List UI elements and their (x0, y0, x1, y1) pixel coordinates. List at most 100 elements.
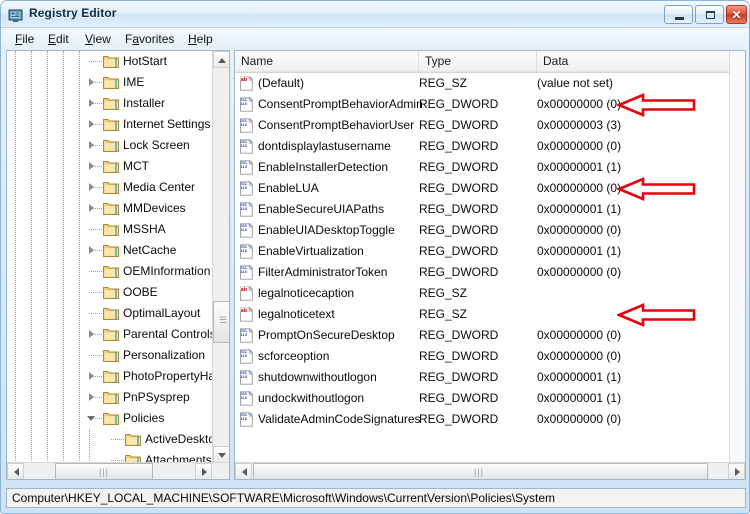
value-name: ConsentPromptBehaviorUser (258, 118, 415, 132)
folder-icon (103, 390, 119, 404)
dword-value-icon: 011 110 (239, 159, 254, 175)
title-bar[interactable]: Registry Editor ✕ (1, 1, 749, 28)
expand-triangle-icon[interactable] (87, 372, 96, 381)
tree-item-policies[interactable]: Policies (7, 408, 213, 429)
expand-triangle-icon[interactable] (87, 120, 96, 129)
tree-item-pnpsysprep[interactable]: PnPSysprep (7, 387, 213, 408)
registry-value-row[interactable]: 011 110 scforceoption REG_DWORD 0x00000000 (… (235, 346, 729, 367)
value-type: REG_DWORD (419, 370, 499, 384)
registry-value-row[interactable]: ab (Default) REG_SZ (value not set) (235, 73, 729, 94)
registry-value-row[interactable]: 011 110 EnableUIADesktopToggle REG_DWORD 0x0… (235, 220, 729, 241)
tree-scroll-left-button[interactable] (7, 463, 24, 479)
close-icon: ✕ (731, 8, 742, 22)
tree-item-lock-screen[interactable]: Lock Screen (7, 135, 213, 156)
tree-item-oeminformation[interactable]: OEMInformation (7, 261, 213, 282)
tree-item-parental-controls[interactable]: Parental Controls (7, 324, 213, 345)
registry-tree[interactable]: HotStart IME Installer Internet Settings Loc… (7, 51, 213, 463)
svg-text:110: 110 (241, 122, 248, 127)
tree-item-photopropertyhandler[interactable]: PhotoPropertyHandler (7, 366, 213, 387)
registry-value-row[interactable]: 011 110 EnableInstallerDetection REG_DWORD 0… (235, 157, 729, 178)
column-header-name[interactable]: Name (235, 51, 419, 72)
menu-favorites[interactable]: Favorites (119, 31, 180, 47)
registry-value-row[interactable]: 011 110 EnableSecureUIAPaths REG_DWORD 0x000… (235, 199, 729, 220)
expand-triangle-icon[interactable] (87, 330, 96, 339)
list-scroll-right-button[interactable] (728, 463, 745, 479)
tree-item-mmdevices[interactable]: MMDevices (7, 198, 213, 219)
menu-edit[interactable]: Edit (42, 31, 75, 47)
maximize-button[interactable] (695, 5, 724, 24)
registry-value-row[interactable]: ab legalnoticecaption REG_SZ (235, 283, 729, 304)
tree-item-mssha[interactable]: MSSHA (7, 219, 213, 240)
expand-triangle-icon[interactable] (87, 246, 96, 255)
expand-triangle-icon[interactable] (87, 99, 96, 108)
tree-item-ime[interactable]: IME (7, 72, 213, 93)
tree-item-installer[interactable]: Installer (7, 93, 213, 114)
tree-item-hotstart[interactable]: HotStart (7, 51, 213, 72)
registry-value-row[interactable]: 011 110 undockwithoutlogon REG_DWORD 0x00000… (235, 388, 729, 409)
tree-horizontal-scrollbar[interactable]: ||| (7, 462, 229, 479)
folder-icon (103, 348, 119, 362)
folder-icon (103, 243, 119, 257)
registry-value-row[interactable]: 011 110 PromptOnSecureDesktop REG_DWORD 0x00… (235, 325, 729, 346)
tree-scroll-right-button[interactable] (195, 463, 212, 479)
tree-item-media-center[interactable]: Media Center (7, 177, 213, 198)
list-vertical-scrollbar[interactable] (729, 51, 745, 463)
expand-triangle-icon[interactable] (87, 78, 96, 87)
tree-item-label: HotStart (123, 54, 168, 68)
close-button[interactable]: ✕ (726, 5, 747, 24)
column-header-data[interactable]: Data (537, 51, 729, 72)
registry-value-row[interactable]: 011 110 dontdisplaylastusername REG_DWORD 0x… (235, 136, 729, 157)
tree-item-label: ActiveDesktop (145, 432, 213, 446)
tree-item-personalization[interactable]: Personalization (7, 345, 213, 366)
column-header-type[interactable]: Type (419, 51, 537, 72)
expand-triangle-icon[interactable] (87, 204, 96, 213)
tree-item-netcache[interactable]: NetCache (7, 240, 213, 261)
tree-scroll-thumb[interactable]: ☰ (213, 301, 229, 343)
tree-connector (89, 355, 102, 356)
menu-view[interactable]: View (79, 31, 117, 47)
value-name: legalnoticecaption (258, 286, 355, 300)
tree-item-label: MSSHA (123, 222, 166, 236)
tree-scroll-up-button[interactable] (213, 51, 229, 68)
registry-tree-pane[interactable]: HotStart IME Installer Internet Settings Loc… (6, 50, 230, 480)
registry-value-row[interactable]: 011 110 ConsentPromptBehaviorUser REG_DWORD… (235, 115, 729, 136)
tree-item-label: Personalization (123, 348, 206, 362)
menu-bar: File Edit View Favorites Help (1, 28, 749, 49)
list-column-headers: Name Type Data (235, 51, 729, 73)
expand-triangle-icon[interactable] (87, 393, 96, 402)
expand-triangle-icon[interactable] (87, 141, 96, 150)
tree-item-oobe[interactable]: OOBE (7, 282, 213, 303)
registry-value-row[interactable]: 011 110 FilterAdministratorToken REG_DWORD 0… (235, 262, 729, 283)
list-scroll-left-button[interactable] (235, 463, 252, 479)
tree-item-label: IME (123, 75, 145, 89)
menu-file[interactable]: File (9, 31, 40, 47)
menu-help[interactable]: Help (182, 31, 219, 47)
expand-triangle-icon[interactable] (87, 162, 96, 171)
registry-value-row[interactable]: 011 110 EnableVirtualization REG_DWORD 0x000… (235, 241, 729, 262)
tree-indent-guide (89, 429, 90, 450)
expand-triangle-icon[interactable] (87, 183, 96, 192)
tree-scroll-down-button[interactable] (213, 446, 229, 463)
tree-item-activedesktop[interactable]: ActiveDesktop (7, 429, 213, 450)
folder-icon (103, 285, 119, 299)
string-value-icon: ab (239, 285, 254, 301)
tree-item-mct[interactable]: MCT (7, 156, 213, 177)
tree-hscroll-thumb[interactable]: ||| (55, 463, 153, 479)
list-horizontal-scrollbar[interactable]: ||| (235, 462, 745, 479)
arrow-enablelua (615, 176, 697, 202)
minimize-icon (675, 17, 684, 20)
minimize-button[interactable] (664, 5, 693, 24)
tree-item-internet-settings[interactable]: Internet Settings (7, 114, 213, 135)
tree-vertical-scrollbar[interactable]: ☰ (212, 51, 229, 463)
list-hscroll-thumb[interactable]: ||| (253, 463, 708, 479)
tree-item-label: Lock Screen (123, 138, 190, 152)
tree-item-optimallayout[interactable]: OptimalLayout (7, 303, 213, 324)
registry-value-row[interactable]: 011 110 ValidateAdminCodeSignatures REG_DWO… (235, 409, 729, 430)
collapse-triangle-icon[interactable] (87, 414, 96, 423)
dword-value-icon: 011 110 (239, 222, 254, 238)
registry-values-list[interactable]: ab (Default) REG_SZ (value not set) 011 110 Co… (235, 73, 729, 463)
registry-value-row[interactable]: 011 110 shutdownwithoutlogon REG_DWORD 0x000… (235, 367, 729, 388)
registry-editor-window: Registry Editor ✕ File Edit View Favorit… (0, 0, 750, 514)
folder-icon (103, 306, 119, 320)
dword-value-icon: 011 110 (239, 369, 254, 385)
